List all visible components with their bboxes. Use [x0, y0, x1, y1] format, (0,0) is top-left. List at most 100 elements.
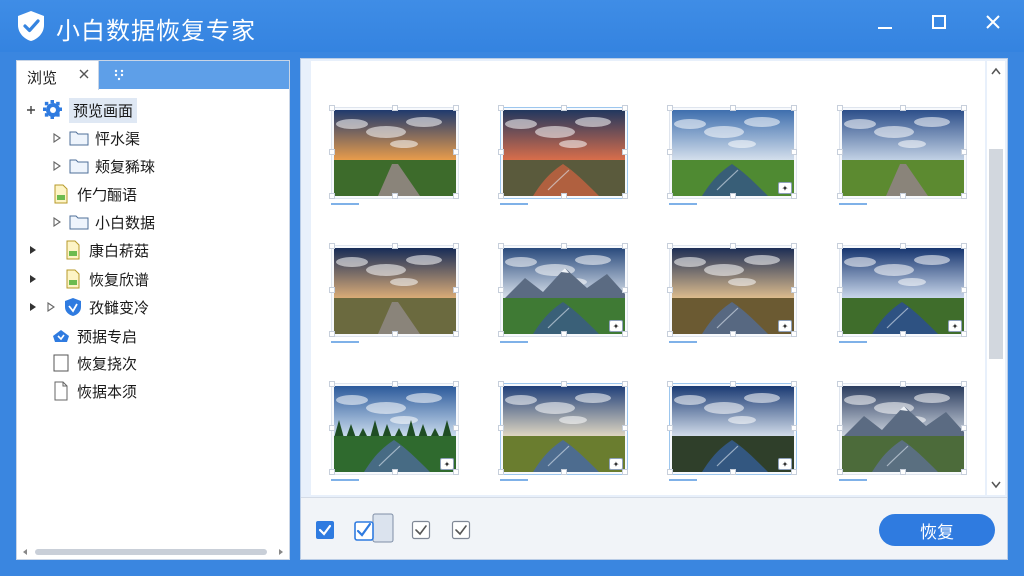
expand-arrow-icon[interactable] — [27, 301, 39, 313]
tree-item[interactable]: 作勹酾语 — [51, 181, 137, 207]
tree-item[interactable]: 恢复挠次 — [51, 350, 137, 376]
minimize-icon — [878, 27, 892, 29]
image-thumbnail[interactable] — [837, 381, 967, 475]
image-thumbnail[interactable]: ✦ — [329, 381, 459, 475]
close-button[interactable] — [976, 8, 1010, 36]
resize-handle — [900, 105, 906, 111]
resize-handle — [453, 381, 459, 387]
resize-handle — [453, 331, 459, 337]
tree-item-label: 孜雠变冷 — [89, 299, 150, 317]
tree-item[interactable]: 预览画面 — [25, 97, 138, 123]
image-thumbnail[interactable]: ✦ — [667, 243, 797, 337]
image-thumbnail[interactable]: ✦ — [498, 243, 628, 337]
scrollbar-thumb[interactable] — [35, 549, 267, 555]
expand-plus-icon[interactable] — [25, 104, 37, 116]
file-type-icon: ✦ — [609, 320, 623, 332]
blank-page-icon — [51, 353, 71, 373]
landscape-photo — [503, 248, 625, 334]
image-thumbnail[interactable] — [329, 243, 459, 337]
scroll-left-icon[interactable] — [21, 548, 29, 556]
expand-arrow-icon[interactable] — [27, 244, 39, 256]
tree-item-label: 恢复欣谱 — [89, 271, 150, 289]
image-thumbnail[interactable]: ✦ — [667, 105, 797, 199]
left-panel: 浏览 预览画面 怦水渠颊复豨琜作勹酾语 小白数据康白菥菇恢复欣谱孜雠变冷预据专启 恢复… — [16, 60, 290, 560]
shield-check-icon — [18, 11, 44, 41]
tree-item[interactable]: 怦水渠 — [51, 125, 140, 151]
resize-handle — [453, 469, 459, 475]
scrollbar-thumb[interactable] — [989, 149, 1003, 359]
tree-item[interactable]: 恢据本须 — [51, 378, 137, 404]
file-type-icon: ✦ — [778, 182, 792, 194]
file-type-icon: ✦ — [440, 458, 454, 470]
resize-handle — [329, 149, 335, 155]
expand-arrow-icon[interactable] — [51, 160, 63, 172]
resize-handle — [791, 331, 797, 337]
resize-handle — [791, 469, 797, 475]
thumbnail-indicator — [331, 203, 359, 205]
expand-arrow-icon[interactable] — [45, 301, 57, 313]
expand-arrow-icon[interactable] — [51, 216, 63, 228]
image-thumbnail[interactable] — [837, 105, 967, 199]
tree-item[interactable]: 预据专启 — [51, 323, 137, 349]
landscape-photo — [842, 386, 964, 472]
resize-handle — [961, 193, 967, 199]
scroll-down-icon[interactable] — [991, 481, 1001, 489]
landscape-photo — [334, 386, 456, 472]
expand-arrow-icon[interactable] — [27, 273, 39, 285]
tree-item[interactable]: 孜雠变冷 — [27, 294, 149, 320]
thumbnail-indicator — [839, 341, 867, 343]
resize-handle — [561, 469, 567, 475]
resize-handle — [837, 425, 843, 431]
resize-handle — [667, 193, 673, 199]
bottom-toolbar: 恢复 — [301, 497, 1007, 559]
scroll-up-icon[interactable] — [991, 67, 1001, 75]
resize-handle — [622, 381, 628, 387]
tree-item[interactable]: 恢复欣谱 — [27, 266, 149, 292]
tree-item[interactable]: 康白菥菇 — [27, 237, 149, 263]
tab-extra[interactable] — [99, 61, 289, 89]
expand-arrow-icon[interactable] — [51, 132, 63, 144]
maximize-button[interactable] — [922, 8, 956, 36]
resize-handle — [498, 287, 504, 293]
tab-browse[interactable]: 浏览 — [17, 61, 99, 90]
tree-item[interactable]: 颊复豨琜 — [51, 153, 155, 179]
image-thumbnail[interactable]: ✦ — [498, 381, 628, 475]
checkbox-option-1[interactable] — [411, 520, 431, 540]
gear-icon — [43, 100, 63, 120]
tree-item-label: 预览画面 — [69, 97, 138, 123]
resize-handle — [561, 193, 567, 199]
tree-item-label: 颊复豨琜 — [95, 158, 156, 176]
thumbnail-indicator — [500, 341, 528, 343]
restore-button[interactable]: 恢复 — [879, 514, 995, 546]
resize-handle — [667, 243, 673, 249]
vertical-scrollbar[interactable] — [987, 61, 1005, 495]
resize-handle — [667, 381, 673, 387]
image-thumbnail[interactable]: ✦ — [667, 381, 797, 475]
resize-handle — [730, 105, 736, 111]
document-icon — [63, 240, 83, 260]
resize-handle — [837, 287, 843, 293]
image-thumbnail[interactable]: ✦ — [837, 243, 967, 337]
resize-handle — [667, 287, 673, 293]
resize-handle — [667, 331, 673, 337]
image-thumbnail[interactable] — [498, 105, 628, 199]
close-icon[interactable] — [77, 67, 91, 81]
maximize-icon — [932, 15, 946, 29]
select-all-checkbox[interactable] — [315, 520, 335, 540]
checkbox-option-2[interactable] — [451, 520, 471, 540]
landscape-photo — [334, 248, 456, 334]
tree-item[interactable]: 小白数据 — [51, 209, 155, 235]
tree-item-label: 康白菥菇 — [89, 242, 150, 260]
horizontal-scrollbar[interactable] — [21, 547, 285, 557]
checked-files-icon[interactable] — [353, 512, 397, 546]
image-thumbnail[interactable] — [329, 105, 459, 199]
resize-handle — [392, 381, 398, 387]
resize-handle — [622, 149, 628, 155]
scroll-right-icon[interactable] — [277, 548, 285, 556]
minimize-button[interactable] — [868, 8, 902, 36]
close-icon — [986, 15, 1000, 29]
resize-handle — [961, 381, 967, 387]
resize-handle — [837, 243, 843, 249]
resize-handle — [392, 243, 398, 249]
resize-handle — [961, 149, 967, 155]
